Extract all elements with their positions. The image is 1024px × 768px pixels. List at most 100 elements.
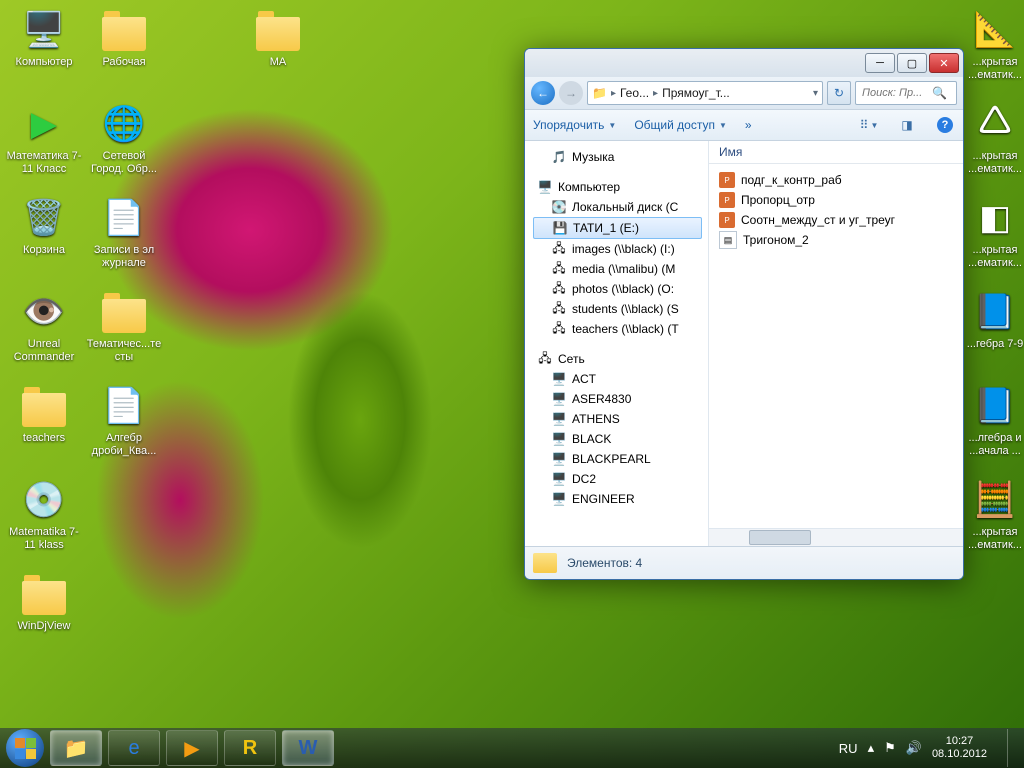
desktop-icon-label: Алгебр дроби_Ква...	[86, 432, 162, 458]
desktop-icon-open-math-3[interactable]: ◧...крытая ...ематик...	[966, 194, 1024, 270]
desktop-icon-recycle-bin[interactable]: 🗑️Корзина	[6, 194, 82, 257]
algebra-frac-icon: 📄	[100, 382, 148, 430]
tray-volume-icon[interactable]: 🔊	[906, 740, 922, 756]
desktop-icon-algebra-7-9[interactable]: 📘...гебра 7-9	[966, 288, 1024, 351]
nav-drive[interactable]: 🖧media (\\malibu) (M	[533, 259, 708, 279]
taskbar-ie[interactable]: e	[108, 730, 160, 766]
tray-flag-icon[interactable]: ⚑	[884, 740, 896, 756]
nav-drive[interactable]: 🖧photos (\\black) (O:	[533, 279, 708, 299]
share-menu[interactable]: Общий доступ▼	[634, 118, 727, 132]
algebra-nachala-icon: 📘	[971, 382, 1019, 430]
file-item[interactable]: ▤Тригоном_2	[713, 230, 959, 250]
taskbar-app-r[interactable]: R	[224, 730, 276, 766]
explorer-toolbar: Упорядочить▼ Общий доступ▼ » ⠿▼ ◨ ?	[525, 110, 963, 141]
window-titlebar[interactable]: ─ ▢ ✕	[525, 49, 963, 77]
nav-network[interactable]: 🖧Сеть	[533, 349, 708, 369]
taskbar-mediaplayer[interactable]: ▶	[166, 730, 218, 766]
nav-host[interactable]: 🖥️ACT	[533, 369, 708, 389]
desktop-icon-open-math-1[interactable]: 📐...крытая ...ематик...	[966, 6, 1024, 82]
view-options-button[interactable]: ⠿▼	[859, 115, 879, 135]
desktop-icon-math-7-11[interactable]: ▶Математика 7-11 Класс	[6, 100, 82, 176]
desktop-icon-label: Математика 7-11 Класс	[6, 150, 82, 176]
drive-icon: 🖧	[551, 261, 567, 277]
desktop-icon-computer[interactable]: 🖥️Компьютер	[6, 6, 82, 69]
desktop-icon-label: ...крытая ...ематик...	[966, 526, 1024, 552]
nav-drive[interactable]: 💽Локальный диск (C	[533, 197, 708, 217]
folder-icon: 📁	[592, 86, 607, 100]
address-bar[interactable]: 📁 ▸ Гео... ▸ Прямоуг_т... ▾	[587, 81, 823, 105]
computer-icon: 🖥️	[551, 451, 567, 467]
desktop-icon-label: Корзина	[6, 244, 82, 257]
file-name: Соотн_между_ст и уг_треуг	[741, 213, 895, 227]
nav-label: ENGINEER	[572, 492, 635, 506]
nav-label: ASER4830	[572, 392, 631, 406]
navigation-pane[interactable]: 🎵Музыка 🖥️Компьютер 💽Локальный диск (C💾Т…	[525, 141, 709, 546]
close-button[interactable]: ✕	[929, 53, 959, 73]
dropdown-icon[interactable]: ▾	[813, 88, 818, 99]
search-box[interactable]: 🔍	[855, 81, 957, 105]
tray-lang[interactable]: RU	[839, 741, 858, 756]
network-icon: 🖧	[537, 351, 553, 367]
drive-icon: 🖧	[551, 301, 567, 317]
tray-chevron-up-icon[interactable]: ▴	[868, 740, 875, 756]
file-item[interactable]: PСоотн_между_ст и уг_треуг	[713, 210, 959, 230]
desktop-icon-algebra-frac[interactable]: 📄Алгебр дроби_Ква...	[86, 382, 162, 458]
breadcrumb-seg[interactable]: Гео...	[620, 86, 649, 100]
folder-icon	[533, 553, 557, 573]
start-button[interactable]	[6, 729, 44, 767]
file-item[interactable]: PПропорц_отр	[713, 190, 959, 210]
desktop-icon-label: Matematika 7-11 klass	[6, 526, 82, 552]
column-header-name[interactable]: Имя	[709, 141, 963, 164]
search-input[interactable]	[860, 86, 932, 100]
toolbar-overflow[interactable]: »	[745, 118, 752, 132]
desktop-icon-teachers[interactable]: teachers	[6, 382, 82, 445]
nav-host[interactable]: 🖥️BLACKPEARL	[533, 449, 708, 469]
help-button[interactable]: ?	[935, 115, 955, 135]
minimize-button[interactable]: ─	[865, 53, 895, 73]
tray-clock[interactable]: 10:27 08.10.2012	[932, 735, 987, 761]
horizontal-scrollbar[interactable]	[709, 528, 963, 546]
desktop-icon-unreal-commander[interactable]: 👁️Unreal Commander	[6, 288, 82, 364]
file-item[interactable]: Pподг_к_контр_раб	[713, 170, 959, 190]
nav-drive[interactable]: 💾ТАТИ_1 (E:)	[533, 217, 702, 239]
nav-drive[interactable]: 🖧images (\\black) (I:)	[533, 239, 708, 259]
forward-button: →	[559, 81, 583, 105]
desktop-icon-matematika-klass[interactable]: 💿Matematika 7-11 klass	[6, 476, 82, 552]
computer-icon: 🖥️	[551, 431, 567, 447]
back-button[interactable]: ←	[531, 81, 555, 105]
file-list[interactable]: Pподг_к_контр_рабPПропорц_отрPСоотн_межд…	[709, 164, 963, 528]
nav-label: ТАТИ_1 (E:)	[573, 221, 639, 235]
taskbar-explorer[interactable]: 📁	[50, 730, 102, 766]
desktop-icon-thematic-tests[interactable]: Тематичес...тесты	[86, 288, 162, 364]
taskbar-word[interactable]: W	[282, 730, 334, 766]
organize-menu[interactable]: Упорядочить▼	[533, 118, 616, 132]
scrollbar-thumb[interactable]	[749, 530, 811, 545]
breadcrumb-seg[interactable]: Прямоуг_т...	[662, 86, 730, 100]
desktop-icon-open-math-2[interactable]: 🛆...крытая ...ематик...	[966, 100, 1024, 176]
desktop-icon-algebra-nachala[interactable]: 📘...лгебра и ...ачала ...	[966, 382, 1024, 458]
desktop-icon-journal-notes[interactable]: 📄Записи в эл журнале	[86, 194, 162, 270]
show-desktop-button[interactable]	[1007, 729, 1018, 767]
desktop-icon-work-folder[interactable]: Рабочая	[86, 6, 162, 69]
journal-notes-icon: 📄	[100, 194, 148, 242]
refresh-button[interactable]: ↻	[827, 81, 851, 105]
nav-music[interactable]: 🎵Музыка	[533, 147, 708, 167]
nav-host[interactable]: 🖥️ENGINEER	[533, 489, 708, 509]
nav-label: images (\\black) (I:)	[572, 242, 675, 256]
preview-pane-button[interactable]: ◨	[897, 115, 917, 135]
nav-drive[interactable]: 🖧teachers (\\black) (T	[533, 319, 708, 339]
desktop-icon-network-city[interactable]: 🌐Сетевой Город. Обр...	[86, 100, 162, 176]
nav-host[interactable]: 🖥️DC2	[533, 469, 708, 489]
nav-computer[interactable]: 🖥️Компьютер	[533, 177, 708, 197]
nav-host[interactable]: 🖥️ATHENS	[533, 409, 708, 429]
nav-host[interactable]: 🖥️BLACK	[533, 429, 708, 449]
nav-drive[interactable]: 🖧students (\\black) (S	[533, 299, 708, 319]
desktop-icon-ma-folder[interactable]: MA	[240, 6, 316, 69]
maximize-button[interactable]: ▢	[897, 53, 927, 73]
unreal-commander-icon: 👁️	[20, 288, 68, 336]
nav-host[interactable]: 🖥️ASER4830	[533, 389, 708, 409]
desktop-icon-windjview[interactable]: WinDjView	[6, 570, 82, 633]
desktop-icon-open-math-4[interactable]: 🧮...крытая ...ематик...	[966, 476, 1024, 552]
desktop[interactable]: ─ ▢ ✕ ← → 📁 ▸ Гео... ▸ Прямоуг_т... ▾ ↻ …	[0, 0, 1024, 768]
drive-icon: 💽	[551, 199, 567, 215]
